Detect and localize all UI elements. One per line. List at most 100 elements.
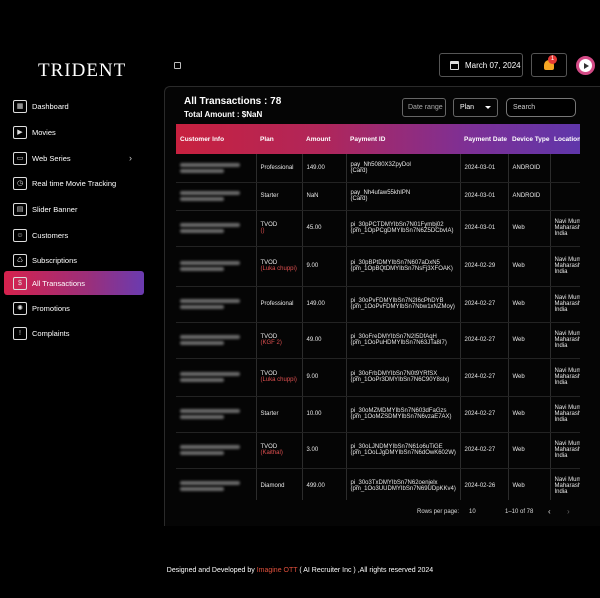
- sidebar-item-label: Web Series: [32, 153, 71, 163]
- device-type-cell: Web: [507, 210, 550, 247]
- table-row[interactable]: TVOD (KGF 2) 49.00 pi_30oFreDMYIbSn7N2I5D…: [176, 322, 580, 359]
- next-page-icon[interactable]: ›: [567, 507, 570, 516]
- sidebar-item-dashboard[interactable]: ▦ Dashboard: [4, 94, 144, 118]
- sidebar-item-web-series[interactable]: ▭ Web Series ›: [4, 146, 144, 170]
- location-cell: [549, 182, 580, 211]
- transactions-table: Customer Info Plan Amount Payment ID Pay…: [176, 124, 580, 500]
- table-row[interactable]: Starter NaN pay_Nh4ufaw55khIPN (Card) 202…: [176, 182, 580, 211]
- plan-title: (Luka chuppi): [260, 377, 297, 383]
- table-row[interactable]: TVOD (Luka chuppi) 9.00 pi_30oFrbDMYIbSn7…: [176, 358, 580, 397]
- plan-name: Professional: [260, 301, 294, 307]
- location-cell: Navi Mumbai Maharashtra India: [549, 286, 580, 323]
- table-row[interactable]: Professional 149.00 pi_30oPvFDMYIbSn7N2I…: [176, 286, 580, 323]
- date-range-input[interactable]: Date range: [402, 98, 446, 117]
- payment-id-cell: pi_30oPvFDMYIbSn7N2I6cPhDYB (pm_1OoPvFDMY…: [345, 286, 460, 323]
- app-logo: TRIDENT: [38, 60, 127, 81]
- device-type-cell: Web: [507, 286, 550, 323]
- plan-title: (Kaithal): [260, 450, 283, 456]
- device-type-cell: ANDROID: [507, 182, 550, 211]
- payment-date-cell: 2024-02-29: [459, 246, 508, 287]
- plan-filter-label: Plan: [460, 104, 475, 111]
- column-header[interactable]: Plan: [256, 124, 302, 154]
- table-row[interactable]: TVOD() 45.00 pi_30pPCTDMYIbSn7N01Fymbj02…: [176, 210, 580, 247]
- rows-per-page-label: Rows per page:: [417, 509, 460, 515]
- payment-id-cell: pi_30pPCTDMYIbSn7N01Fymbj02 (pm_1OpPCgDMY…: [345, 210, 460, 247]
- table-row[interactable]: Diamond 499.00 pi_30o3TxDMYIbSn7N62oenje…: [176, 468, 580, 500]
- plan-filter-select[interactable]: Plan: [453, 98, 498, 117]
- payment-method: (pm_1OoPuHDMYIbSn7N63JTa8I7): [350, 340, 447, 346]
- previous-page-icon[interactable]: ‹: [548, 507, 551, 516]
- plan-cell: Starter: [255, 182, 302, 211]
- amount-cell: 9.00: [301, 358, 346, 397]
- column-header[interactable]: Amount: [302, 124, 346, 154]
- calendar-icon: [450, 60, 459, 70]
- amount-cell: 49.00: [301, 322, 346, 359]
- table-row[interactable]: Starter 10.00 pi_30oMZMDMYIbSn7N603dFaGz…: [176, 396, 580, 433]
- column-header[interactable]: Payment ID: [346, 124, 460, 154]
- footer-prefix: Designed and Developed by: [166, 567, 255, 574]
- footer-brand-link[interactable]: Imagine OTT: [257, 567, 298, 574]
- current-date: March 07, 2024: [465, 60, 521, 70]
- search-input[interactable]: Search: [506, 98, 576, 117]
- page-title: All Transactions : 78: [184, 96, 282, 107]
- sidebar-item-slider-banner[interactable]: ▤ Slider Banner: [4, 197, 144, 221]
- customer-info-redacted: [176, 432, 256, 469]
- amount-cell: NaN: [301, 182, 346, 211]
- plan-title: (KGF 2): [260, 340, 282, 346]
- sidebar-item-customers[interactable]: ☺ Customers: [4, 223, 144, 247]
- column-header[interactable]: Location: [550, 124, 580, 154]
- column-header[interactable]: Customer Info: [176, 124, 256, 154]
- amount-cell: 149.00: [301, 154, 346, 183]
- sidebar-item-real-time-tracking[interactable]: ◷ Real time Movie Tracking: [4, 171, 144, 195]
- sidebar-item-label: All Transactions: [32, 278, 85, 288]
- sidebar-item-promotions[interactable]: ✺ Promotions: [4, 296, 144, 320]
- customer-info-redacted: [176, 182, 256, 211]
- sidebar-item-subscriptions[interactable]: ♺ Subscriptions: [4, 248, 144, 272]
- customers-icon: ☺: [13, 228, 27, 242]
- table-row[interactable]: TVOD (Luka chuppi) 9.00 pi_30pBPtDMYIbSn7…: [176, 246, 580, 287]
- sidebar-item-all-transactions[interactable]: $ All Transactions: [4, 271, 144, 295]
- customer-info-redacted: [176, 322, 256, 359]
- customer-info-redacted: [176, 358, 256, 397]
- payment-date-cell: 2024-02-27: [459, 322, 508, 359]
- notification-badge: 1: [548, 55, 557, 64]
- table-row[interactable]: TVOD (Kaithal) 3.00 pi_30oLJNDMYIbSn7N61o…: [176, 432, 580, 469]
- plan-title: (): [260, 228, 265, 234]
- sidebar-item-movies[interactable]: ▶ Movies: [4, 120, 144, 144]
- amount-cell: 45.00: [301, 210, 346, 247]
- footer: Designed and Developed by Imagine OTT ( …: [0, 567, 600, 574]
- date-picker-button[interactable]: March 07, 2024: [439, 53, 523, 77]
- column-header[interactable]: Device Type: [508, 124, 550, 154]
- payment-date-cell: 2024-03-01: [459, 182, 508, 211]
- payment-method: (pm_1OoPr3DMYIbSn7N6C90Y8slx): [350, 377, 450, 383]
- sidebar-item-label: Movies: [32, 127, 56, 137]
- payment-date-cell: 2024-02-27: [459, 286, 508, 323]
- sidebar-item-complaints[interactable]: ! Complaints: [4, 321, 144, 345]
- device-type-cell: ANDROID: [507, 154, 550, 183]
- plan-cell: Professional: [255, 286, 302, 323]
- location-cell: Navi Mumbai Maharashtra India: [549, 432, 580, 469]
- pagination-range: 1–10 of 78: [505, 509, 534, 515]
- sidebar-item-label: Subscriptions: [32, 255, 78, 265]
- avatar[interactable]: [576, 56, 595, 75]
- column-header[interactable]: Payment Date: [460, 124, 508, 154]
- table-header-row: Customer Info Plan Amount Payment ID Pay…: [176, 124, 580, 154]
- location-cell: Navi Mumbai Maharashtra India: [549, 468, 580, 500]
- complaints-icon: !: [13, 326, 27, 340]
- plan-cell: Professional: [255, 154, 302, 183]
- rows-per-page-select[interactable]: 10: [469, 509, 476, 515]
- payment-method: (pm_1OpPCgDMYIbSn7N6Z5DCbvIA): [350, 228, 454, 234]
- plan-cell: TVOD (KGF 2): [255, 322, 302, 359]
- payment-id-cell: pi_30oMZMDMYIbSn7N603dFaGzs (pm_1OoMZSDMY…: [345, 396, 460, 433]
- slider-icon: ▤: [13, 202, 27, 216]
- customer-info-redacted: [176, 396, 256, 433]
- sidebar-toggle-checkbox[interactable]: [174, 62, 181, 69]
- plan-cell: Starter: [255, 396, 302, 433]
- plan-title: (Luka chuppi): [260, 266, 297, 272]
- device-type-cell: Web: [507, 358, 550, 397]
- device-type-cell: Web: [507, 322, 550, 359]
- location-cell: Navi Mumbai Maharashtra India: [549, 396, 580, 433]
- payment-date-cell: 2024-03-01: [459, 210, 508, 247]
- amount-cell: 499.00: [301, 468, 346, 500]
- table-row[interactable]: Professional 149.00 pay_Nh5080X3ZpyDol (C…: [176, 154, 580, 183]
